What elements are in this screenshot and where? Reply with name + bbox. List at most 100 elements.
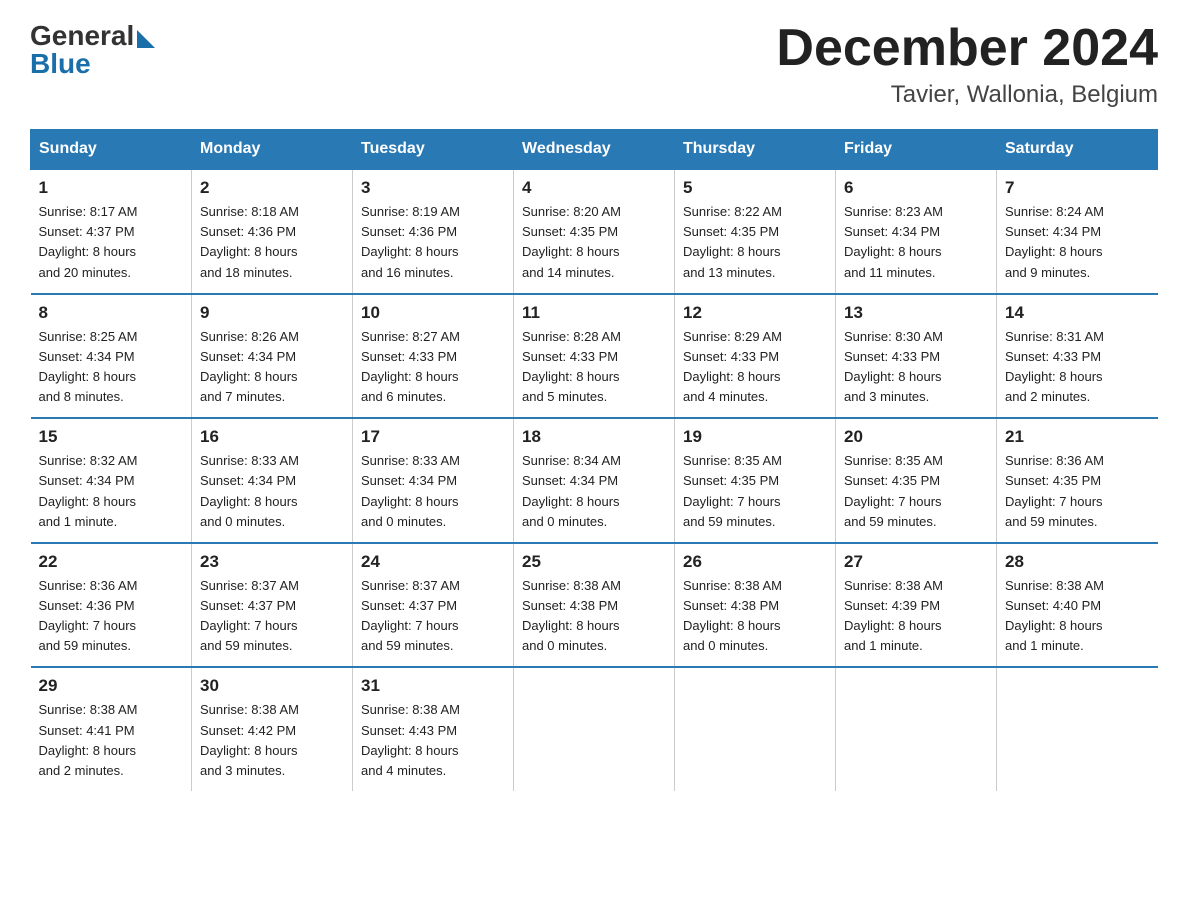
day-number: 21	[1005, 427, 1150, 447]
header-thursday: Thursday	[675, 130, 836, 170]
day-number: 10	[361, 303, 505, 323]
day-info: Sunrise: 8:36 AM Sunset: 4:36 PM Dayligh…	[39, 576, 184, 657]
day-info: Sunrise: 8:38 AM Sunset: 4:41 PM Dayligh…	[39, 700, 184, 781]
day-number: 11	[522, 303, 666, 323]
calendar-cell: 8 Sunrise: 8:25 AM Sunset: 4:34 PM Daylig…	[31, 294, 192, 419]
calendar-cell: 26 Sunrise: 8:38 AM Sunset: 4:38 PM Dayli…	[675, 543, 836, 668]
day-number: 26	[683, 552, 827, 572]
day-info: Sunrise: 8:17 AM Sunset: 4:37 PM Dayligh…	[39, 202, 184, 283]
day-info: Sunrise: 8:38 AM Sunset: 4:38 PM Dayligh…	[683, 576, 827, 657]
calendar-cell: 2 Sunrise: 8:18 AM Sunset: 4:36 PM Daylig…	[192, 169, 353, 294]
day-info: Sunrise: 8:32 AM Sunset: 4:34 PM Dayligh…	[39, 451, 184, 532]
day-number: 5	[683, 178, 827, 198]
calendar-cell: 3 Sunrise: 8:19 AM Sunset: 4:36 PM Daylig…	[353, 169, 514, 294]
day-number: 6	[844, 178, 988, 198]
day-number: 2	[200, 178, 344, 198]
calendar-cell: 6 Sunrise: 8:23 AM Sunset: 4:34 PM Daylig…	[836, 169, 997, 294]
calendar-cell: 15 Sunrise: 8:32 AM Sunset: 4:34 PM Dayli…	[31, 418, 192, 543]
month-title: December 2024	[776, 20, 1158, 77]
day-number: 28	[1005, 552, 1150, 572]
day-info: Sunrise: 8:33 AM Sunset: 4:34 PM Dayligh…	[361, 451, 505, 532]
day-number: 20	[844, 427, 988, 447]
week-row-3: 15 Sunrise: 8:32 AM Sunset: 4:34 PM Dayli…	[31, 418, 1158, 543]
calendar-cell: 17 Sunrise: 8:33 AM Sunset: 4:34 PM Dayli…	[353, 418, 514, 543]
calendar-cell: 12 Sunrise: 8:29 AM Sunset: 4:33 PM Dayli…	[675, 294, 836, 419]
page-header: General Blue December 2024 Tavier, Wallo…	[30, 20, 1158, 109]
day-number: 30	[200, 676, 344, 696]
header-wednesday: Wednesday	[514, 130, 675, 170]
day-number: 18	[522, 427, 666, 447]
calendar-cell: 19 Sunrise: 8:35 AM Sunset: 4:35 PM Dayli…	[675, 418, 836, 543]
week-row-4: 22 Sunrise: 8:36 AM Sunset: 4:36 PM Dayli…	[31, 543, 1158, 668]
day-info: Sunrise: 8:28 AM Sunset: 4:33 PM Dayligh…	[522, 327, 666, 408]
day-info: Sunrise: 8:30 AM Sunset: 4:33 PM Dayligh…	[844, 327, 988, 408]
day-info: Sunrise: 8:27 AM Sunset: 4:33 PM Dayligh…	[361, 327, 505, 408]
day-info: Sunrise: 8:29 AM Sunset: 4:33 PM Dayligh…	[683, 327, 827, 408]
day-info: Sunrise: 8:34 AM Sunset: 4:34 PM Dayligh…	[522, 451, 666, 532]
calendar-cell: 25 Sunrise: 8:38 AM Sunset: 4:38 PM Dayli…	[514, 543, 675, 668]
calendar-cell: 29 Sunrise: 8:38 AM Sunset: 4:41 PM Dayli…	[31, 667, 192, 791]
day-info: Sunrise: 8:20 AM Sunset: 4:35 PM Dayligh…	[522, 202, 666, 283]
day-info: Sunrise: 8:23 AM Sunset: 4:34 PM Dayligh…	[844, 202, 988, 283]
calendar-cell: 5 Sunrise: 8:22 AM Sunset: 4:35 PM Daylig…	[675, 169, 836, 294]
day-number: 15	[39, 427, 184, 447]
day-number: 12	[683, 303, 827, 323]
calendar-cell: 21 Sunrise: 8:36 AM Sunset: 4:35 PM Dayli…	[997, 418, 1158, 543]
week-row-2: 8 Sunrise: 8:25 AM Sunset: 4:34 PM Daylig…	[31, 294, 1158, 419]
calendar-cell: 27Sunrise: 8:38 AM Sunset: 4:39 PM Dayli…	[836, 543, 997, 668]
day-number: 24	[361, 552, 505, 572]
day-number: 22	[39, 552, 184, 572]
day-info: Sunrise: 8:35 AM Sunset: 4:35 PM Dayligh…	[844, 451, 988, 532]
day-info: Sunrise: 8:35 AM Sunset: 4:35 PM Dayligh…	[683, 451, 827, 532]
logo-triangle-icon	[137, 30, 155, 48]
calendar-cell: 23Sunrise: 8:37 AM Sunset: 4:37 PM Dayli…	[192, 543, 353, 668]
day-info: Sunrise: 8:26 AM Sunset: 4:34 PM Dayligh…	[200, 327, 344, 408]
header-saturday: Saturday	[997, 130, 1158, 170]
calendar-cell: 18 Sunrise: 8:34 AM Sunset: 4:34 PM Dayli…	[514, 418, 675, 543]
calendar-cell: 11 Sunrise: 8:28 AM Sunset: 4:33 PM Dayli…	[514, 294, 675, 419]
day-info: Sunrise: 8:22 AM Sunset: 4:35 PM Dayligh…	[683, 202, 827, 283]
calendar-cell: 13 Sunrise: 8:30 AM Sunset: 4:33 PM Dayli…	[836, 294, 997, 419]
calendar-cell	[675, 667, 836, 791]
week-row-5: 29 Sunrise: 8:38 AM Sunset: 4:41 PM Dayli…	[31, 667, 1158, 791]
day-info: Sunrise: 8:25 AM Sunset: 4:34 PM Dayligh…	[39, 327, 184, 408]
day-info: Sunrise: 8:38 AM Sunset: 4:40 PM Dayligh…	[1005, 576, 1150, 657]
calendar-body: 1 Sunrise: 8:17 AM Sunset: 4:37 PM Daylig…	[31, 169, 1158, 791]
header-monday: Monday	[192, 130, 353, 170]
calendar-cell: 4 Sunrise: 8:20 AM Sunset: 4:35 PM Daylig…	[514, 169, 675, 294]
calendar-cell: 14 Sunrise: 8:31 AM Sunset: 4:33 PM Dayli…	[997, 294, 1158, 419]
day-number: 1	[39, 178, 184, 198]
day-number: 4	[522, 178, 666, 198]
day-info: Sunrise: 8:19 AM Sunset: 4:36 PM Dayligh…	[361, 202, 505, 283]
header-friday: Friday	[836, 130, 997, 170]
day-number: 14	[1005, 303, 1150, 323]
calendar-cell: 22 Sunrise: 8:36 AM Sunset: 4:36 PM Dayli…	[31, 543, 192, 668]
day-number: 25	[522, 552, 666, 572]
calendar-cell: 28 Sunrise: 8:38 AM Sunset: 4:40 PM Dayli…	[997, 543, 1158, 668]
day-info: Sunrise: 8:36 AM Sunset: 4:35 PM Dayligh…	[1005, 451, 1150, 532]
calendar-cell: 30 Sunrise: 8:38 AM Sunset: 4:42 PM Dayli…	[192, 667, 353, 791]
calendar-cell: 9Sunrise: 8:26 AM Sunset: 4:34 PM Daylig…	[192, 294, 353, 419]
calendar-cell	[997, 667, 1158, 791]
calendar-cell	[836, 667, 997, 791]
day-number: 29	[39, 676, 184, 696]
day-info: Sunrise: 8:38 AM Sunset: 4:42 PM Dayligh…	[200, 700, 344, 781]
day-number: 19	[683, 427, 827, 447]
day-number: 3	[361, 178, 505, 198]
day-number: 23	[200, 552, 344, 572]
day-info: Sunrise: 8:24 AM Sunset: 4:34 PM Dayligh…	[1005, 202, 1150, 283]
calendar-cell: 7Sunrise: 8:24 AM Sunset: 4:34 PM Daylig…	[997, 169, 1158, 294]
day-info: Sunrise: 8:38 AM Sunset: 4:39 PM Dayligh…	[844, 576, 988, 657]
day-number: 13	[844, 303, 988, 323]
day-number: 8	[39, 303, 184, 323]
calendar-cell: 20 Sunrise: 8:35 AM Sunset: 4:35 PM Dayli…	[836, 418, 997, 543]
day-info: Sunrise: 8:18 AM Sunset: 4:36 PM Dayligh…	[200, 202, 344, 283]
logo: General Blue	[30, 20, 155, 80]
calendar-cell	[514, 667, 675, 791]
calendar-cell: 24Sunrise: 8:37 AM Sunset: 4:37 PM Dayli…	[353, 543, 514, 668]
day-info: Sunrise: 8:38 AM Sunset: 4:38 PM Dayligh…	[522, 576, 666, 657]
day-number: 17	[361, 427, 505, 447]
day-info: Sunrise: 8:38 AM Sunset: 4:43 PM Dayligh…	[361, 700, 505, 781]
calendar-header: SundayMondayTuesdayWednesdayThursdayFrid…	[31, 130, 1158, 170]
day-info: Sunrise: 8:31 AM Sunset: 4:33 PM Dayligh…	[1005, 327, 1150, 408]
